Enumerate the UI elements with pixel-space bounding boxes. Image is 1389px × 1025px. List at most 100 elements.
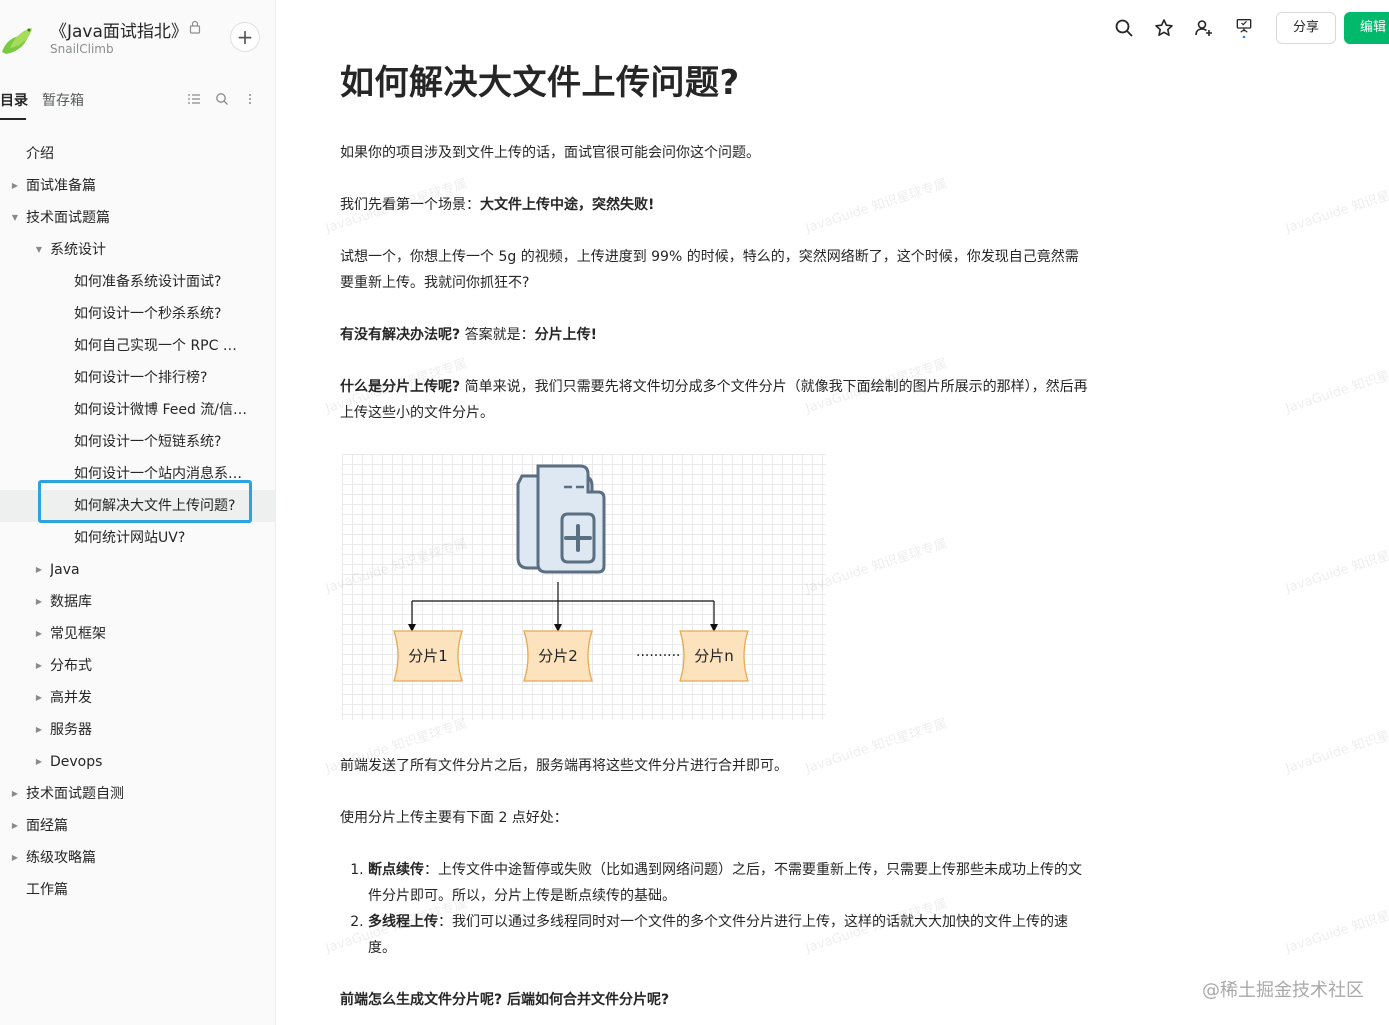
book-header: 《Java面试指北》 SnailClimb +	[0, 12, 276, 64]
toc-item-label: 如何准备系统设计面试?	[74, 274, 222, 290]
caret-down-icon[interactable]: ▼	[10, 202, 20, 234]
toc-item-label: 如何设计微博 Feed 流/信息...	[74, 402, 250, 418]
toc-item-label: 技术面试题篇	[26, 210, 110, 226]
caret-right-icon[interactable]: ▶	[34, 746, 44, 778]
toc-item-label: 如何自己实现一个 RPC 框...	[74, 338, 250, 354]
toc-item[interactable]: ▶ Devops	[0, 746, 276, 778]
active-tab-indicator	[0, 118, 26, 120]
add-button[interactable]: +	[230, 22, 260, 52]
toc-item[interactable]: ▼ 技术面试题篇	[0, 202, 276, 234]
toc-item-label: 技术面试题自测	[26, 786, 124, 802]
diagram-svg: 分片1 分片2 分片n ··········	[393, 464, 749, 682]
toc-item[interactable]: 如何设计一个秒杀系统?	[0, 298, 276, 330]
file-chunk-label: 分片n	[694, 647, 734, 665]
plus-icon: +	[236, 25, 254, 49]
toc-item[interactable]: 如何设计一个排行榜?	[0, 362, 276, 394]
toc-item-label: 练级攻略篇	[26, 850, 96, 866]
toc-item[interactable]: ▶ 常见框架	[0, 618, 276, 650]
toc-item[interactable]: ▶ 练级攻略篇	[0, 842, 276, 874]
connector-lines	[411, 582, 715, 630]
presentation-icon[interactable]	[1234, 18, 1254, 38]
file-chunk-label: 分片2	[538, 647, 578, 665]
toc-item-label: 如何设计一个排行榜?	[74, 370, 208, 386]
caret-right-icon[interactable]: ▶	[10, 810, 20, 842]
bird-logo-icon	[2, 28, 32, 54]
sidebar: 《Java面试指北》 SnailClimb + 目录 暂存箱 介绍 ▶ 面试准备篇 ▼…	[0, 0, 276, 1025]
sidebar-tabs: 目录 暂存箱	[0, 86, 276, 122]
list-item: 多线程上传：我们可以通过多线程同时对一个文件的多个文件分片进行上传，这样的话就大…	[368, 909, 1090, 961]
watermark: JavaGuide 知识星球专属	[1283, 896, 1389, 957]
toc-item-label: 分布式	[50, 658, 92, 674]
star-icon[interactable]	[1154, 18, 1174, 38]
toc-item[interactable]: 工作篇	[0, 874, 276, 906]
caret-right-icon[interactable]: ▶	[34, 650, 44, 682]
toc-item[interactable]: 如何解决大文件上传问题?	[0, 490, 276, 522]
book-owner: SnailClimb	[50, 42, 114, 56]
caret-right-icon[interactable]: ▶	[10, 170, 20, 202]
watermark: JavaGuide 知识星球专属	[1283, 176, 1389, 237]
caret-down-icon[interactable]: ▼	[34, 234, 44, 266]
toc-item[interactable]: ▼ 系统设计	[0, 234, 276, 266]
toc-item-label: 常见框架	[50, 626, 106, 642]
caret-right-icon[interactable]: ▶	[10, 842, 20, 874]
search-icon[interactable]	[215, 92, 229, 106]
ellipsis-dots: ··········	[636, 648, 681, 664]
search-icon[interactable]	[1114, 18, 1134, 38]
toc-item[interactable]: ▶ 数据库	[0, 586, 276, 618]
toc-item-label: 高并发	[50, 690, 92, 706]
page-title: 如何解决大文件上传问题?	[340, 63, 740, 103]
toc-item-label: 如何统计网站UV?	[74, 530, 186, 546]
toc-item-label: Java	[50, 562, 80, 578]
toc-item[interactable]: 如何设计一个短链系统?	[0, 426, 276, 458]
toc-item[interactable]: 如何准备系统设计面试?	[0, 266, 276, 298]
caret-right-icon[interactable]: ▶	[34, 586, 44, 618]
paragraph-after-figure: 前端发送了所有文件分片之后，服务端再将这些文件分片进行合并即可。	[340, 758, 788, 774]
caret-right-icon[interactable]: ▶	[34, 714, 44, 746]
toc-item-label: 服务器	[50, 722, 92, 738]
toc-item[interactable]: 如何统计网站UV?	[0, 522, 276, 554]
toc-item[interactable]: 介绍	[0, 138, 276, 170]
toc-item[interactable]: 如何设计微博 Feed 流/信息...	[0, 394, 276, 426]
watermark: JavaGuide 知识星球专属	[1283, 356, 1389, 417]
toc-item[interactable]: 如何自己实现一个 RPC 框...	[0, 330, 276, 362]
share-button[interactable]: 分享	[1276, 12, 1336, 44]
book-title[interactable]: 《Java面试指北》	[50, 17, 188, 42]
table-of-contents: 介绍 ▶ 面试准备篇 ▼ 技术面试题篇 ▼ 系统设计 如何准备系统设计面试? 如何设计一个秒杀系…	[0, 138, 276, 906]
chunk-upload-diagram: 分片1 分片2 分片n ··········	[342, 454, 826, 720]
edit-button[interactable]: 编辑	[1344, 12, 1389, 44]
toc-item-label: 数据库	[50, 594, 92, 610]
paragraph-solution: 有没有解决办法呢? 答案就是：分片上传!	[340, 327, 597, 343]
lock-icon	[189, 20, 201, 34]
toc-item-label: 系统设计	[50, 242, 106, 258]
toc-item[interactable]: ▶ 分布式	[0, 650, 276, 682]
add-collaborator-icon[interactable]	[1194, 18, 1214, 38]
caret-right-icon[interactable]: ▶	[34, 682, 44, 714]
watermark: JavaGuide 知识星球专属	[1283, 536, 1389, 597]
paragraph-imagine: 试想一个，你想上传一个 5g 的视频，上传进度到 99% 的时候，特么的，突然网…	[340, 249, 1079, 291]
file-chunk-label: 分片1	[408, 647, 448, 665]
toc-item-label: Devops	[50, 754, 103, 770]
toc-item[interactable]: ▶ 高并发	[0, 682, 276, 714]
paragraph-last-question: 前端怎么生成文件分片呢? 后端如何合并文件分片呢?	[340, 992, 670, 1008]
toc-item-label: 介绍	[26, 146, 54, 162]
paragraph-what: 什么是分片上传呢? 简单来说，我们只需要先将文件切分成多个文件分片（就像我下面绘…	[340, 379, 1088, 421]
paragraph-scene: 我们先看第一个场景：大文件上传中途，突然失败!	[340, 197, 655, 213]
caret-right-icon[interactable]: ▶	[10, 778, 20, 810]
toc-item[interactable]: ▶ Java	[0, 554, 276, 586]
toc-item[interactable]: ▶ 技术面试题自测	[0, 778, 276, 810]
toc-item[interactable]: ▶ 面经篇	[0, 810, 276, 842]
toc-item[interactable]: 如何设计一个站内消息系统...	[0, 458, 276, 490]
paragraph-intro: 如果你的项目涉及到文件上传的话，面试官很可能会问你这个问题。	[340, 145, 760, 161]
toc-item[interactable]: ▶ 面试准备篇	[0, 170, 276, 202]
more-icon[interactable]	[243, 92, 257, 106]
tab-toc[interactable]: 目录	[0, 90, 28, 110]
list-item: 断点续传：上传文件中途暂停或失败（比如遇到网络问题）之后，不需要重新上传，只需要…	[368, 857, 1090, 909]
benefits-list: 断点续传：上传文件中途暂停或失败（比如遇到网络问题）之后，不需要重新上传，只需要…	[340, 857, 1090, 961]
toc-item[interactable]: ▶ 服务器	[0, 714, 276, 746]
caret-right-icon[interactable]: ▶	[34, 554, 44, 586]
caret-right-icon[interactable]: ▶	[34, 618, 44, 650]
tab-drafts[interactable]: 暂存箱	[42, 90, 84, 110]
toc-item-label: 如何设计一个秒杀系统?	[74, 306, 222, 322]
list-view-icon[interactable]	[187, 92, 201, 106]
document-icon	[516, 464, 606, 574]
